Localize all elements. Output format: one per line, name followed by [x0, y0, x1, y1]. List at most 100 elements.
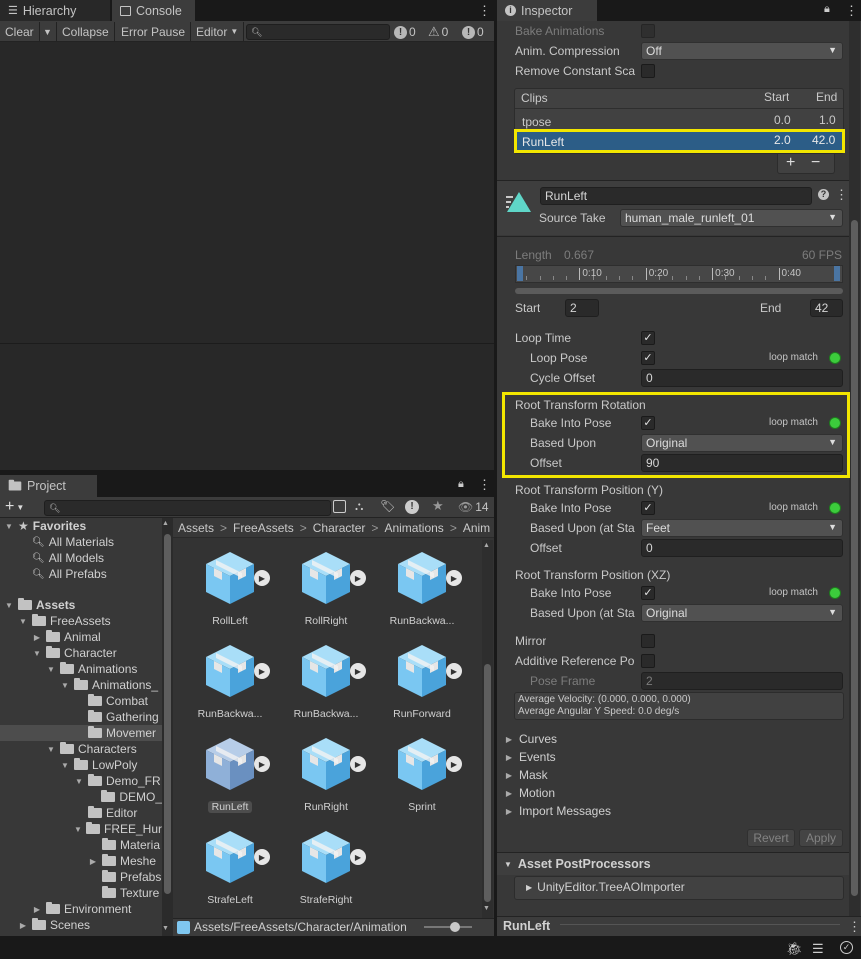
progress-check-icon[interactable]: ✓ — [840, 941, 853, 954]
icon-size-slider[interactable] — [424, 926, 472, 928]
tab-inspector[interactable]: i Inspector — [497, 0, 597, 21]
events-foldout[interactable]: ▶ Events — [505, 750, 556, 764]
tree-item[interactable]: 🔍︎ All Prefabs — [0, 566, 162, 582]
kebab-menu-icon[interactable]: ⋮ — [835, 187, 848, 203]
play-icon[interactable]: ▶ — [446, 756, 462, 772]
play-icon[interactable]: ▶ — [254, 756, 270, 772]
chevron-down-icon[interactable]: ▼ — [46, 665, 56, 674]
console-log-area[interactable] — [0, 43, 494, 343]
tree-item[interactable]: ▼ Animations_ — [0, 677, 162, 693]
additive-reference-checkbox[interactable] — [641, 654, 655, 668]
root-rotation-bake-checkbox[interactable]: ✓ — [641, 416, 655, 430]
chevron-down-icon[interactable]: ▼ — [74, 825, 82, 834]
cycle-offset-input[interactable]: 0 — [641, 369, 843, 387]
root-position-y-bake-checkbox[interactable]: ✓ — [641, 501, 655, 515]
tree-item[interactable]: ▶ Meshe — [0, 853, 162, 869]
filter-by-type-icon[interactable]: ⛬ — [355, 499, 363, 514]
help-icon[interactable]: ? — [818, 189, 829, 200]
tree-item[interactable]: ▼ FreeAssets — [0, 613, 162, 629]
hidden-packages-toggle[interactable]: 👁︎ 14 — [458, 500, 489, 514]
import-messages-foldout[interactable]: ▶ Import Messages — [505, 804, 611, 818]
asset-tile[interactable]: ▶ StrafeRight — [278, 821, 374, 911]
chevron-right-icon[interactable]: ▶ — [32, 633, 42, 642]
loop-time-checkbox[interactable]: ✓ — [641, 331, 655, 345]
asset-tile[interactable]: ▶ Sprint — [374, 728, 470, 818]
root-rotation-based-upon-dropdown[interactable]: Original ▼ — [641, 434, 843, 452]
error-count-toggle[interactable]: ! 0 — [394, 24, 416, 40]
breadcrumb-item[interactable]: Assets — [178, 521, 214, 537]
remove-constant-checkbox[interactable] — [641, 64, 655, 78]
timeline-range-bar[interactable] — [515, 288, 843, 294]
remove-clip-button[interactable]: − — [811, 154, 820, 172]
tree-item[interactable]: Gathering — [0, 709, 162, 725]
loop-pose-checkbox[interactable]: ✓ — [641, 351, 655, 365]
icon-size-slider-handle[interactable] — [450, 922, 460, 932]
scroll-down-arrow-icon[interactable]: ▼ — [162, 925, 169, 932]
tree-item[interactable]: Editor — [0, 805, 162, 821]
lock-icon[interactable]: 🔒︎ — [458, 478, 464, 491]
tree-item[interactable]: ▼ LowPoly — [0, 757, 162, 773]
breadcrumb-item[interactable]: Character — [313, 521, 366, 537]
play-icon[interactable]: ▶ — [350, 756, 366, 772]
debug-mode-icon[interactable]: 🐞︎ — [786, 941, 803, 957]
tree-item[interactable]: Movemer — [0, 725, 162, 741]
root-position-y-based-upon-dropdown[interactable]: Feet ▼ — [641, 519, 843, 537]
start-input[interactable]: 2 — [565, 299, 599, 317]
tab-project[interactable]: Project — [0, 475, 97, 497]
asset-tile[interactable]: ▶ RollLeft — [182, 542, 278, 632]
motion-foldout[interactable]: ▶ Motion — [505, 786, 555, 800]
chevron-down-icon[interactable]: ▼ — [18, 617, 28, 626]
warning-count-toggle[interactable]: ⚠ 0 — [428, 24, 448, 40]
clip-name-input[interactable]: RunLeft — [540, 187, 812, 205]
breadcrumb-item[interactable]: Anim — [463, 521, 490, 537]
tree-item[interactable]: ▼ Assets — [0, 597, 162, 613]
kebab-menu-icon[interactable]: ⋮ — [478, 3, 491, 19]
root-position-xz-bake-checkbox[interactable]: ✓ — [641, 586, 655, 600]
tree-scrollbar-thumb[interactable] — [164, 534, 171, 894]
chevron-right-icon[interactable]: ▶ — [88, 857, 98, 866]
collapse-button[interactable]: Collapse — [57, 22, 115, 41]
clear-button[interactable]: Clear — [0, 22, 40, 41]
tree-item[interactable]: ▶ Environment — [0, 901, 162, 917]
mirror-checkbox[interactable] — [641, 634, 655, 648]
project-search-input[interactable]: 🔍︎ — [44, 500, 331, 516]
tree-item[interactable]: ▶ Animal — [0, 629, 162, 645]
postprocessors-header[interactable]: ▼ Asset PostProcessors — [497, 853, 849, 875]
bake-animations-checkbox[interactable] — [641, 24, 655, 38]
add-clip-button[interactable]: + — [786, 154, 795, 172]
play-icon[interactable]: ▶ — [254, 663, 270, 679]
play-icon[interactable]: ▶ — [350, 570, 366, 586]
chevron-right-icon[interactable]: ▶ — [32, 905, 42, 914]
chevron-down-icon[interactable]: ▼ — [74, 777, 84, 786]
preview-drag-handle[interactable] — [560, 924, 840, 925]
breadcrumb-item[interactable]: FreeAssets — [233, 521, 294, 537]
tree-item[interactable]: ▼ Character — [0, 645, 162, 661]
revert-button[interactable]: Revert — [747, 829, 795, 847]
postprocessor-item[interactable]: ▶ UnityEditor.TreeAOImporter — [526, 880, 685, 894]
source-take-dropdown[interactable]: human_male_runleft_01 ▼ — [620, 209, 843, 227]
asset-tile[interactable]: ▶ RunLeft — [182, 728, 278, 818]
error-pause-button[interactable]: Error Pause — [116, 22, 192, 41]
asset-tile[interactable]: ▶ RunBackwa... — [374, 542, 470, 632]
inspector-scrollbar-thumb[interactable] — [851, 220, 858, 896]
root-position-xz-based-upon-dropdown[interactable]: Original ▼ — [641, 604, 843, 622]
tree-item[interactable]: ▼ ★ Favorites — [0, 518, 162, 534]
tab-console[interactable]: Console — [112, 0, 195, 21]
tree-item[interactable]: Prefabs — [0, 869, 162, 885]
kebab-menu-icon[interactable]: ⋮ — [848, 919, 861, 935]
play-icon[interactable]: ▶ — [350, 663, 366, 679]
tree-item[interactable]: 🔍︎ All Materials — [0, 534, 162, 550]
chevron-down-icon[interactable]: ▼ — [46, 745, 56, 754]
chevron-right-icon[interactable]: ▶ — [18, 921, 28, 930]
tree-item[interactable]: ▼ FREE_Hur — [0, 821, 162, 837]
play-icon[interactable]: ▶ — [446, 663, 462, 679]
pose-frame-input[interactable]: 2 — [641, 672, 843, 690]
asset-tile[interactable]: ▶ RunForward — [374, 635, 470, 725]
asset-tile[interactable]: ▶ RunBackwa... — [278, 635, 374, 725]
chevron-down-icon[interactable]: ▼ — [4, 522, 14, 531]
play-icon[interactable]: ▶ — [446, 570, 462, 586]
anim-compression-dropdown[interactable]: Off ▼ — [641, 42, 843, 60]
lock-icon[interactable]: 🔒︎ — [824, 3, 830, 16]
create-button[interactable]: + ▼ — [5, 498, 24, 516]
chevron-down-icon[interactable]: ▼ — [4, 601, 14, 610]
